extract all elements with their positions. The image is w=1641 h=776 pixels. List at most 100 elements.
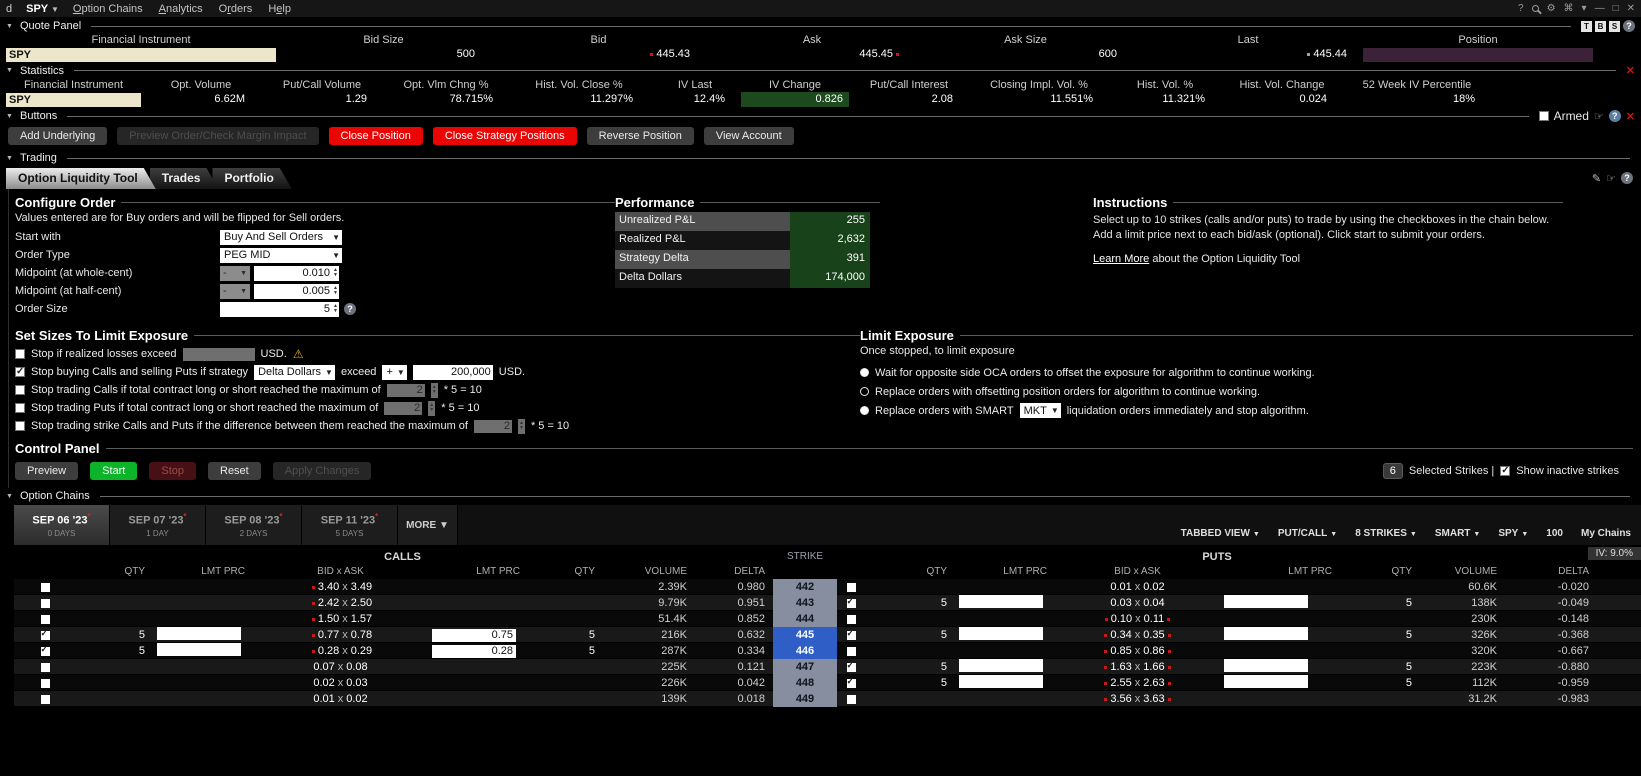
- call-bid-ask[interactable]: 0.07 x 0.08: [253, 661, 428, 673]
- toolbar-put-call[interactable]: PUT/CALL ▼: [1278, 528, 1337, 539]
- menu-item-analytics[interactable]: Analytics: [159, 3, 203, 15]
- radio-button[interactable]: [860, 368, 869, 377]
- close-strategy-positions-button[interactable]: Close Strategy Positions: [432, 127, 577, 145]
- close-icon[interactable]: ✕: [1627, 3, 1635, 14]
- call-lmt-prc-input[interactable]: 0.28: [432, 644, 516, 658]
- toolbar-tabbed-view[interactable]: TABBED VIEW ▼: [1181, 528, 1260, 539]
- preview-order-check-margin-impact-button[interactable]: Preview Order/Check Margin Impact: [117, 127, 319, 145]
- spinner-icon[interactable]: ▲ ▼: [332, 301, 339, 317]
- call-checkbox[interactable]: [40, 644, 50, 656]
- put-checkbox[interactable]: [846, 676, 856, 688]
- midpoint-whole-input[interactable]: 0.010: [254, 265, 332, 281]
- search-icon[interactable]: [1531, 5, 1539, 12]
- stop-strike-diff-checkbox[interactable]: [15, 421, 25, 431]
- put-lmt-prc-input[interactable]: [1224, 595, 1308, 608]
- strategy-metric-select[interactable]: Delta Dollars ▼: [254, 364, 335, 380]
- midpoint-half-input[interactable]: 0.005: [254, 283, 332, 299]
- help-icon[interactable]: ?: [343, 303, 356, 315]
- put-bid-ask[interactable]: 0.85 x 0.86: [1055, 645, 1220, 657]
- toolbar-8-strikes[interactable]: 8 STRIKES ▼: [1355, 528, 1417, 539]
- call-checkbox[interactable]: [40, 614, 50, 624]
- help-icon[interactable]: ?: [1608, 110, 1621, 122]
- start-button[interactable]: Start: [90, 462, 138, 480]
- put-bid-ask[interactable]: 3.56 x 3.63: [1055, 693, 1220, 705]
- collapse-triangle-icon[interactable]: ▼: [6, 113, 15, 120]
- call-checkbox[interactable]: [40, 694, 50, 704]
- collapse-triangle-icon[interactable]: ▼: [6, 23, 15, 30]
- spinner-icon[interactable]: ▲ ▼: [517, 418, 525, 434]
- put-lmt-prc-input[interactable]: [959, 627, 1043, 640]
- quote-position-cell[interactable]: [1363, 48, 1593, 62]
- sign-select[interactable]: + ▼: [382, 364, 407, 380]
- put-lmt-prc-input[interactable]: [1224, 675, 1308, 688]
- help-icon[interactable]: ?: [1623, 20, 1635, 32]
- collapse-triangle-icon[interactable]: ▼: [6, 155, 15, 162]
- call-bid-ask[interactable]: 3.40 x 3.49: [253, 581, 428, 593]
- armed-checkbox[interactable]: [1538, 111, 1549, 121]
- start-with-select[interactable]: Buy And Sell Orders ▼: [220, 229, 342, 245]
- toolbar-my-chains[interactable]: My Chains: [1581, 528, 1631, 539]
- tab-portfolio[interactable]: Portfolio: [212, 168, 291, 189]
- menu-item-option-chains[interactable]: Option Chains: [73, 3, 143, 15]
- call-bid-ask[interactable]: 1.50 x 1.57: [253, 613, 428, 625]
- ?-icon[interactable]: ?: [1518, 3, 1524, 14]
- put-lmt-prc-input[interactable]: [1224, 627, 1308, 640]
- tab-trades[interactable]: Trades: [150, 168, 219, 189]
- close-icon[interactable]: ✕: [1626, 64, 1635, 77]
- radio-button[interactable]: [860, 387, 869, 396]
- put-checkbox[interactable]: [846, 646, 856, 656]
- put-bid-ask[interactable]: 1.63 x 1.66: [1055, 661, 1220, 673]
- hand-icon[interactable]: ☞: [1594, 110, 1604, 123]
- order-size-input[interactable]: 5: [220, 301, 332, 317]
- call-checkbox[interactable]: [40, 628, 50, 640]
- put-bid-ask[interactable]: 0.34 x 0.35: [1055, 629, 1220, 641]
- restore-icon[interactable]: □: [1613, 3, 1619, 14]
- call-bid-ask[interactable]: 2.42 x 2.50: [253, 597, 428, 609]
- order-type-select[interactable]: PEG MID ▼: [220, 247, 342, 263]
- midpoint-whole-sign-select[interactable]: - ▼: [220, 265, 250, 281]
- put-lmt-prc-input[interactable]: [959, 595, 1043, 608]
- strike-diff-max-input[interactable]: 2: [473, 419, 512, 433]
- spinner-icon[interactable]: ▲ ▼: [430, 382, 438, 398]
- collapse-triangle-icon[interactable]: ▼: [6, 67, 15, 74]
- spinner-icon[interactable]: ▲ ▼: [332, 283, 339, 299]
- call-bid-ask[interactable]: 0.77 x 0.78: [253, 629, 428, 641]
- put-bid-ask[interactable]: 0.10 x 0.11: [1055, 613, 1220, 625]
- put-bid-ask[interactable]: 0.03 x 0.04: [1055, 597, 1220, 609]
- reset-button[interactable]: Reset: [208, 462, 261, 480]
- s-view-icon[interactable]: S: [1609, 20, 1620, 32]
- toolbar-spy[interactable]: SPY ▼: [1498, 528, 1528, 539]
- spinner-icon[interactable]: ▲ ▼: [332, 265, 339, 281]
- pin-icon[interactable]: ▾: [1582, 3, 1587, 14]
- minimize-icon[interactable]: —: [1595, 3, 1605, 14]
- gear-icon[interactable]: ⚙: [1547, 3, 1556, 14]
- show-inactive-checkbox[interactable]: [1500, 465, 1511, 476]
- call-bid-ask[interactable]: 0.01 x 0.02: [253, 693, 428, 705]
- midpoint-half-sign-select[interactable]: - ▼: [220, 283, 250, 299]
- call-lmt-prc-input[interactable]: [157, 643, 241, 656]
- learn-more-link[interactable]: Learn More: [1093, 253, 1149, 265]
- preview-button[interactable]: Preview: [15, 462, 79, 480]
- put-checkbox[interactable]: [846, 614, 856, 624]
- apply-changes-button[interactable]: Apply Changes: [272, 462, 372, 480]
- spinner-icon[interactable]: ▲ ▼: [428, 400, 436, 416]
- toolbar-smart[interactable]: SMART ▼: [1435, 528, 1481, 539]
- puts-max-input[interactable]: 2: [384, 401, 423, 415]
- put-checkbox[interactable]: [846, 582, 856, 592]
- stop-calls-checkbox[interactable]: [15, 385, 25, 395]
- expiry-tab-sep-07-23[interactable]: SEP 07 '23* 1 DAY: [110, 505, 206, 545]
- delta-dollars-input[interactable]: 200,000: [412, 364, 493, 380]
- call-checkbox[interactable]: [40, 598, 50, 608]
- expiry-tab-sep-06-23[interactable]: SEP 06 '23* 0 DAYS: [14, 505, 110, 545]
- hand-icon[interactable]: ☞: [1606, 172, 1616, 185]
- stats-instrument-cell[interactable]: SPY: [6, 93, 141, 107]
- tab-option-liquidity-tool[interactable]: Option Liquidity Tool: [6, 168, 156, 189]
- edit-icon[interactable]: ✎: [1592, 172, 1601, 185]
- reverse-position-button[interactable]: Reverse Position: [586, 127, 694, 145]
- stop-puts-checkbox[interactable]: [15, 403, 25, 413]
- menu-item-help[interactable]: Help: [268, 3, 291, 15]
- symbol-selector[interactable]: SPY ▼: [26, 3, 59, 15]
- call-lmt-prc-input[interactable]: 0.75: [432, 628, 516, 642]
- stop-losses-checkbox[interactable]: [15, 349, 25, 359]
- put-checkbox[interactable]: [846, 694, 856, 704]
